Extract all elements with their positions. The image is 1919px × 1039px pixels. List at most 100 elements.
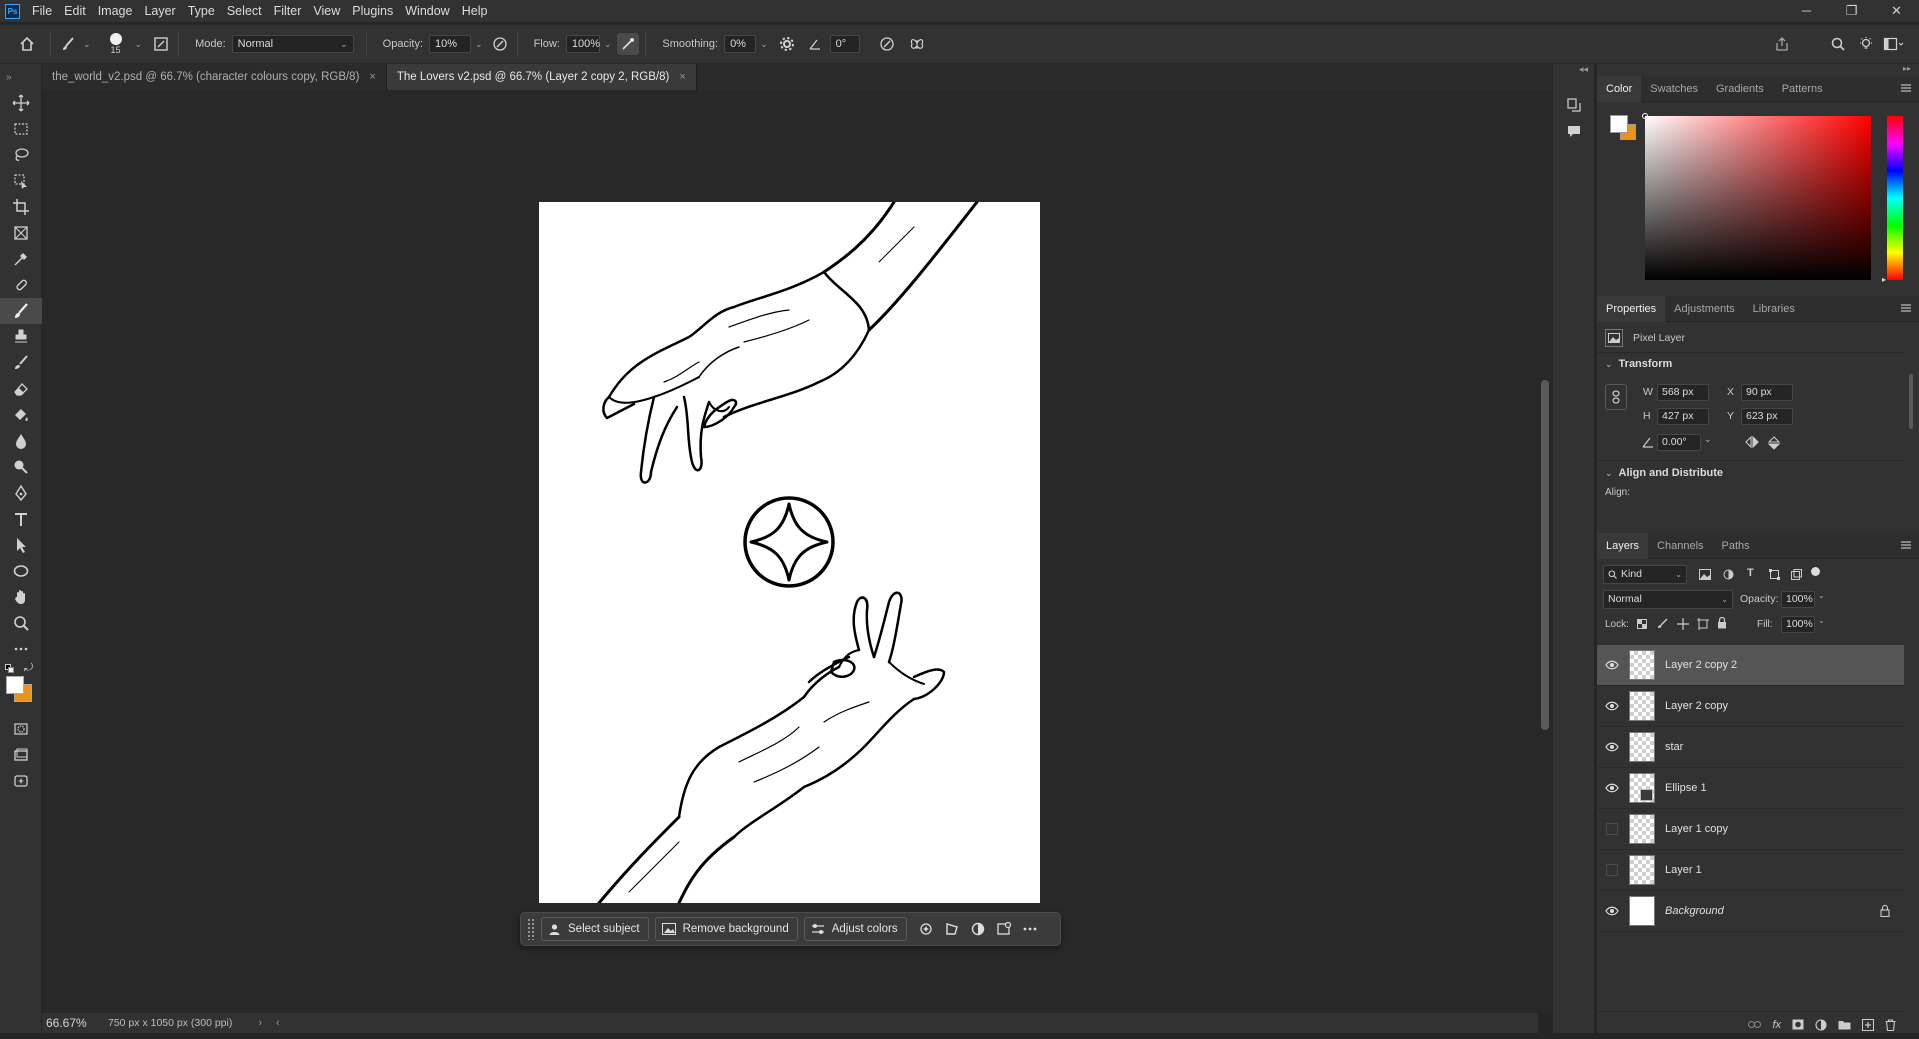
pressure-size-icon[interactable] <box>876 33 898 55</box>
lock-position-icon[interactable] <box>1677 618 1689 630</box>
y-input[interactable]: 623 px <box>1741 408 1793 425</box>
menu-type[interactable]: Type <box>182 0 221 22</box>
layer-fill-input[interactable]: 100% <box>1781 616 1815 633</box>
layer-row-layer-1[interactable]: Layer 1 <box>1597 850 1904 891</box>
chevron-left-icon[interactable]: ‹ <box>276 1017 280 1029</box>
healing-brush-tool-icon[interactable] <box>0 272 42 298</box>
transform-section-header[interactable]: ⌄ Transform <box>1605 358 1672 370</box>
search-icon[interactable] <box>1827 33 1849 55</box>
lock-pixels-icon[interactable] <box>1657 618 1668 629</box>
more-options-icon[interactable] <box>1017 917 1043 941</box>
zoom-tool-icon[interactable] <box>0 610 42 636</box>
fx-icon[interactable]: fx <box>1772 1019 1781 1031</box>
collapse-panels-icon[interactable]: ◂◂ <box>1553 64 1594 80</box>
crop-tool-icon[interactable] <box>0 194 42 220</box>
visibility-toggle-hidden[interactable] <box>1597 823 1627 835</box>
filter-shape-icon[interactable] <box>1769 569 1780 580</box>
close-window-icon[interactable]: ✕ <box>1874 0 1919 22</box>
tab-properties[interactable]: Properties <box>1597 295 1666 322</box>
share-icon[interactable] <box>1771 33 1793 55</box>
tab-color[interactable]: Color <box>1597 75 1642 102</box>
tab-adjustments[interactable]: Adjustments <box>1665 296 1744 322</box>
layer-name[interactable]: Background <box>1665 905 1724 917</box>
menu-filter[interactable]: Filter <box>268 0 308 22</box>
type-tool-icon[interactable] <box>0 506 42 532</box>
filter-smart-object-icon[interactable] <box>1791 569 1802 580</box>
pen-tool-icon[interactable] <box>0 480 42 506</box>
history-panel-icon[interactable] <box>1553 92 1594 118</box>
brush-preset-picker[interactable]: 15 <box>101 33 131 55</box>
quick-mask-icon[interactable] <box>0 716 42 742</box>
brush-settings-icon[interactable] <box>150 33 172 55</box>
menu-file[interactable]: File <box>26 0 58 22</box>
screen-mode-icon[interactable] <box>0 742 42 768</box>
menu-layer[interactable]: Layer <box>138 0 181 22</box>
pressure-opacity-icon[interactable] <box>489 33 511 55</box>
lock-all-icon[interactable] <box>1717 617 1727 629</box>
menu-window[interactable]: Window <box>399 0 455 22</box>
eye-icon[interactable] <box>1597 742 1627 752</box>
filter-toggle-icon[interactable] <box>1811 567 1820 576</box>
layer-name[interactable]: Ellipse 1 <box>1665 782 1707 794</box>
collapse-panel-icon[interactable]: » <box>0 64 41 90</box>
foreground-color-swatch[interactable] <box>6 676 24 694</box>
align-section-header[interactable]: ⌄ Align and Distribute <box>1605 467 1723 479</box>
tab-patterns[interactable]: Patterns <box>1773 76 1832 102</box>
menu-edit[interactable]: Edit <box>58 0 92 22</box>
tab-gradients[interactable]: Gradients <box>1707 76 1773 102</box>
tab-channels[interactable]: Channels <box>1648 533 1712 559</box>
flip-horizontal-icon[interactable] <box>1744 435 1760 449</box>
chevron-down-icon[interactable]: ⌄ <box>475 39 483 50</box>
hand-tool-icon[interactable] <box>0 584 42 610</box>
path-selection-tool-icon[interactable] <box>0 532 42 558</box>
layer-row-layer-2-copy[interactable]: Layer 2 copy <box>1597 686 1904 727</box>
discover-lightbulb-icon[interactable] <box>1855 33 1877 55</box>
blend-mode-select[interactable]: Normal ⌄ <box>1603 590 1733 609</box>
eye-icon[interactable] <box>1597 783 1627 793</box>
ellipse-tool-icon[interactable] <box>0 558 42 584</box>
mask-icon[interactable] <box>965 917 991 941</box>
panel-menu-icon[interactable] <box>1901 303 1911 313</box>
chevron-down-icon[interactable]: ⌄ <box>135 39 143 50</box>
width-input[interactable]: 568 px <box>1657 384 1709 401</box>
object-selection-tool-icon[interactable] <box>0 168 42 194</box>
chevron-down-icon[interactable]: ⌄ <box>83 39 91 50</box>
transform-icon[interactable] <box>939 917 965 941</box>
new-group-icon[interactable] <box>1838 1019 1851 1030</box>
smoothing-input[interactable]: 0% <box>724 35 757 53</box>
layer-row-ellipse-1[interactable]: Ellipse 1 <box>1597 768 1904 809</box>
properties-scrollbar[interactable] <box>1907 362 1915 482</box>
layer-row-background[interactable]: Background <box>1597 891 1904 932</box>
dodge-tool-icon[interactable] <box>0 454 42 480</box>
remove-background-button[interactable]: Remove background <box>654 917 798 941</box>
layer-name[interactable]: Layer 1 copy <box>1665 823 1728 835</box>
x-input[interactable]: 90 px <box>1741 384 1793 401</box>
marquee-tool-icon[interactable] <box>0 116 42 142</box>
comments-panel-icon[interactable] <box>1553 118 1594 144</box>
new-layer-icon[interactable] <box>1862 1018 1874 1031</box>
lasso-tool-icon[interactable] <box>0 142 42 168</box>
restore-icon[interactable]: ❐ <box>1829 0 1874 22</box>
blur-tool-icon[interactable] <box>0 428 42 454</box>
eye-icon[interactable] <box>1597 701 1627 711</box>
panel-menu-icon[interactable] <box>1901 540 1911 550</box>
close-icon[interactable]: × <box>679 71 685 83</box>
opacity-input[interactable]: 10% <box>429 35 472 53</box>
default-colors-icon[interactable] <box>5 664 14 673</box>
clone-stamp-tool-icon[interactable] <box>0 324 42 350</box>
layer-row-star[interactable]: star <box>1597 727 1904 768</box>
foreground-color-swatch[interactable] <box>1610 115 1628 133</box>
history-brush-tool-icon[interactable] <box>0 350 42 376</box>
adjust-colors-button[interactable]: Adjust colors <box>803 917 907 941</box>
tab-swatches[interactable]: Swatches <box>1641 76 1707 102</box>
chevron-down-icon[interactable]: ⌄ <box>1704 434 1712 445</box>
scrollbar-thumb[interactable] <box>1541 380 1549 730</box>
frame-tool-icon[interactable] <box>0 220 42 246</box>
generative-image-icon[interactable] <box>991 917 1017 941</box>
layer-filter-select[interactable]: Kind ⌄ <box>1603 565 1687 584</box>
vertical-scrollbar[interactable] <box>1538 90 1552 1013</box>
zoom-level[interactable]: 66.67% <box>46 1016 108 1030</box>
menu-select[interactable]: Select <box>221 0 268 22</box>
lock-artboard-icon[interactable] <box>1697 618 1709 630</box>
add-mask-icon[interactable] <box>1792 1019 1804 1030</box>
